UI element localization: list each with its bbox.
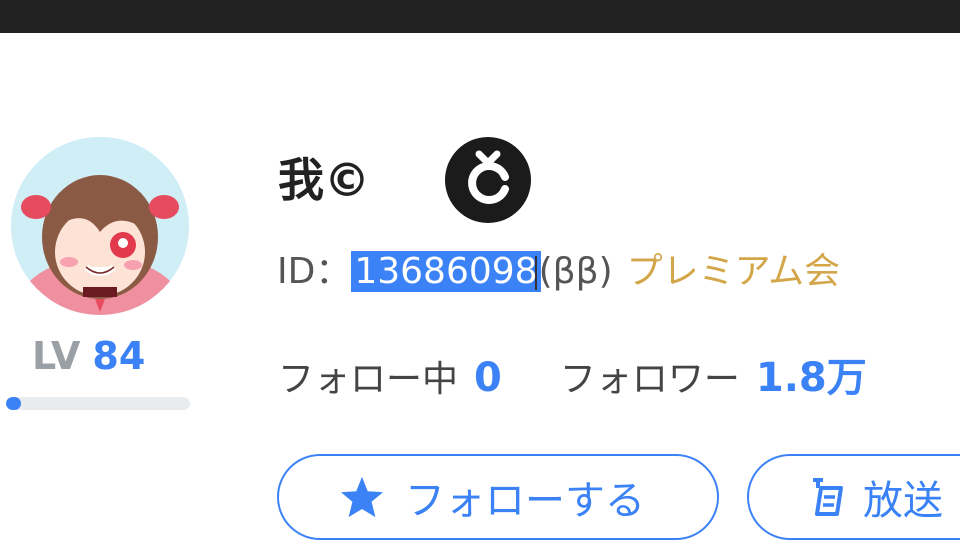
avatar[interactable] bbox=[11, 137, 189, 315]
level-label: LV bbox=[32, 334, 81, 378]
premium-label[interactable]: プレミアム会 bbox=[627, 251, 840, 292]
top-bar bbox=[0, 0, 960, 33]
user-id-row: ID：13686098(ββ) プレミアム会 bbox=[277, 246, 840, 298]
broadcast-icon bbox=[813, 478, 843, 516]
following-count[interactable]: 0 bbox=[474, 355, 502, 401]
avatar-illustration bbox=[11, 137, 189, 315]
user-name: 我© bbox=[278, 153, 370, 207]
level-progress-fill bbox=[6, 397, 21, 410]
star-icon bbox=[340, 476, 384, 518]
broadcast-button-label: 放送 bbox=[863, 478, 943, 524]
id-suffix: (ββ) bbox=[538, 251, 613, 292]
text-cursor bbox=[534, 256, 537, 290]
follow-button[interactable]: フォローする bbox=[277, 454, 719, 540]
follow-stats: フォロー中 0 フォロワー 1.8万 bbox=[278, 352, 867, 406]
id-label: ID： bbox=[277, 251, 352, 292]
level-display: LV 84 bbox=[32, 334, 145, 378]
broadcast-button[interactable]: 放送 bbox=[747, 454, 960, 540]
following-label[interactable]: フォロー中 bbox=[278, 359, 458, 400]
id-value[interactable]: 13686098 bbox=[351, 251, 541, 292]
followers-label[interactable]: フォロワー bbox=[560, 359, 740, 400]
level-value: 84 bbox=[92, 334, 146, 378]
level-progress-bar bbox=[6, 397, 190, 410]
c-letter-badge-icon bbox=[445, 137, 531, 223]
follow-button-label: フォローする bbox=[405, 478, 645, 524]
followers-count[interactable]: 1.8万 bbox=[756, 355, 867, 401]
